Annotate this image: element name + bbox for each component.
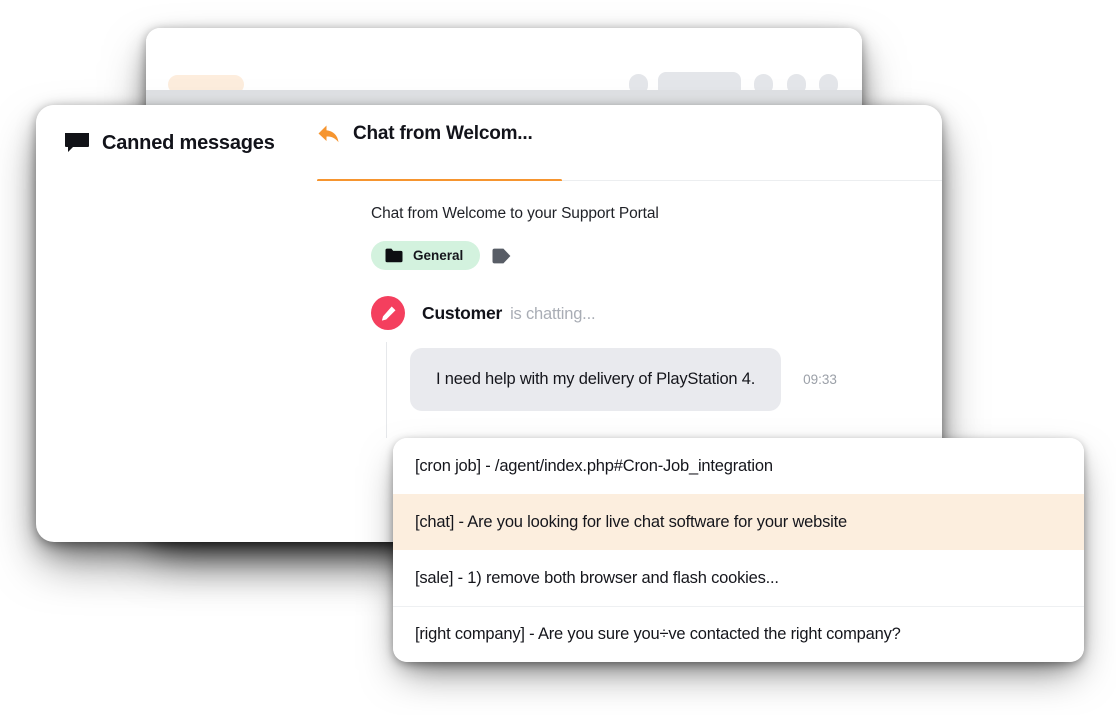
canned-messages-label: Canned messages	[102, 131, 275, 154]
dropdown-item[interactable]: [cron job] - /agent/index.php#Cron-Job_i…	[393, 438, 1084, 494]
screenshot-root: Canned messages Chat from Welcom... Chat…	[0, 0, 1116, 715]
tab-strip: Chat from Welcom...	[317, 105, 942, 181]
card-header: Canned messages Chat from Welcom...	[36, 105, 942, 182]
message-bubble: I need help with my delivery of PlayStat…	[410, 348, 782, 411]
folder-icon	[385, 248, 403, 263]
dropdown-item[interactable]: [sale] - 1) remove both browser and flas…	[393, 550, 1084, 606]
sender-name: Customer	[422, 302, 503, 323]
message-row: I need help with my delivery of PlayStat…	[371, 342, 942, 438]
message-timestamp: 09:33	[803, 372, 837, 387]
conversation-subject: Chat from Welcome to your Support Portal	[371, 205, 659, 222]
tab-chat-label: Chat from Welcom...	[353, 123, 533, 144]
avatar	[371, 296, 405, 330]
tag-general[interactable]: General	[371, 241, 481, 270]
canned-messages-dropdown: [cron job] - /agent/index.php#Cron-Job_i…	[393, 438, 1084, 662]
pencil-icon	[380, 305, 397, 322]
sender-text: Customer is chatting...	[422, 302, 596, 324]
sender-status: is chatting...	[510, 304, 596, 323]
reply-arrow-icon	[317, 123, 341, 163]
tag-general-label: General	[413, 248, 464, 263]
tag-icon[interactable]	[492, 248, 511, 264]
thread-rule	[386, 342, 387, 438]
message-sender-row: Customer is chatting...	[371, 296, 942, 330]
app-titlebar	[146, 28, 862, 97]
tab-chat-from-welcome[interactable]: Chat from Welcom...	[317, 105, 562, 181]
dropdown-item[interactable]: [right company] - Are you sure you÷ve co…	[393, 606, 1084, 662]
canned-messages-title: Canned messages	[64, 132, 316, 155]
chat-bubble-icon	[64, 132, 90, 154]
tag-row: General	[371, 241, 942, 270]
dropdown-item[interactable]: [chat] - Are you looking for live chat s…	[393, 494, 1084, 550]
